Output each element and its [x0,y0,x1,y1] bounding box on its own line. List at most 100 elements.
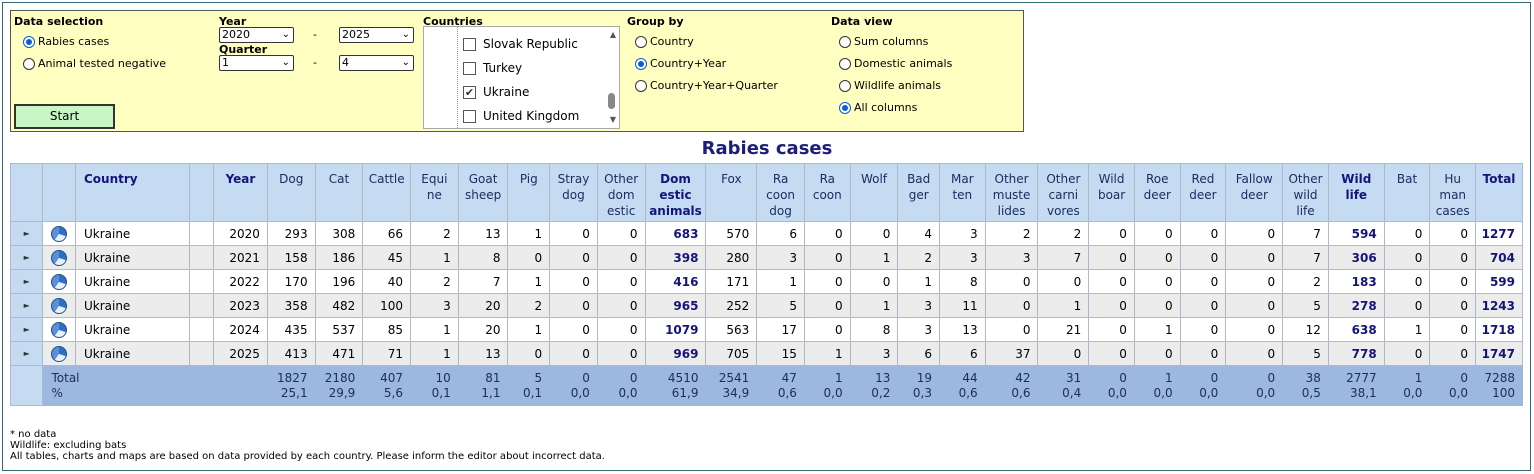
col-cat[interactable]: Cat [314,163,364,222]
cell-value: 537 [314,317,364,342]
pie-chart-icon[interactable] [42,245,76,270]
pie-chart-icon[interactable] [42,317,76,342]
cell-value: 0 [549,221,598,246]
col-dog[interactable]: Dog [266,163,316,222]
scroll-thumb[interactable] [608,93,615,109]
country-item-ukraine[interactable]: ✔ Ukraine [463,85,529,99]
cell-value: 638 [1327,317,1385,342]
checkbox[interactable] [463,61,476,75]
col-fallow-deer[interactable]: Fallow deer [1225,163,1284,222]
expand-arrow-icon[interactable]: ► [9,269,44,294]
col-country[interactable]: Country [74,163,190,222]
col-goat-sheep[interactable]: Goat sheep [457,163,509,222]
pie-chart-icon[interactable] [42,221,76,246]
radio-group-country[interactable]: Country [635,35,694,48]
expand-arrow-icon[interactable]: ► [9,221,44,246]
col-badger[interactable]: Bad ger [897,163,940,222]
col-human-cases[interactable]: Hu man cases [1429,163,1477,222]
countries-scrollbar[interactable]: ▲ ▼ [605,27,619,128]
cell-value: 2 [410,221,459,246]
radio-animal-tested-negative[interactable]: Animal tested negative [23,57,166,70]
table-row[interactable]: ► Ukraine 2025 413 471 71 1 13 0 0 0 969 705 15 1 3 6 6 37… [9,341,1523,366]
cell-value: 0 [1037,341,1090,366]
col-wildlife[interactable]: Wild life [1327,163,1385,222]
checkbox[interactable] [463,37,476,51]
scroll-up-icon[interactable]: ▲ [610,30,616,39]
col-roe-deer[interactable]: Roe deer [1133,163,1181,222]
radio-view-domestic-animals[interactable]: Domestic animals [839,57,952,70]
pie-chart-icon[interactable] [42,269,76,294]
table-header-row: Country Year Dog Cat Cattle Equi ne Goat… [9,163,1523,222]
cell-value: 8 [938,269,986,294]
expand-arrow-icon[interactable]: ► [9,317,44,342]
radio-view-all-columns[interactable]: All columns [839,101,917,114]
table-row[interactable]: ► Ukraine 2021 158 186 45 1 8 0 0 0 398 280 3 0 1 2 3 3 7 0 0… [9,245,1523,270]
col-bat[interactable]: Bat [1383,163,1431,222]
pie-chart-icon[interactable] [42,293,76,318]
checkbox[interactable]: ✔ [463,85,476,99]
radio-button[interactable] [839,101,851,114]
col-raccoon-dog[interactable]: Ra coon dog [756,163,805,222]
col-pig[interactable]: Pig [507,163,551,222]
col-year[interactable]: Year [213,163,268,222]
radio-button[interactable] [635,79,647,92]
cell-value: 13 [457,221,509,246]
country-item-united-kingdom[interactable]: United Kingdom [463,109,579,123]
radio-group-country-year-quarter[interactable]: Country+Year+Quarter [635,79,778,92]
col-other-domestic[interactable]: Other dom estic [596,163,646,222]
col-wolf[interactable]: Wolf [849,163,899,222]
cell-value: 1 [849,245,899,270]
col-equine[interactable]: Equi ne [410,163,459,222]
total-label: Total [51,370,80,385]
total-value: 0 [1460,370,1469,385]
table-row[interactable]: ► Ukraine 2020 293 308 66 2 13 1 0 0 683 570 6 0 0 4 3 2 2 0… [9,221,1523,246]
col-domestic-animals[interactable]: Dom estic animals [644,163,707,222]
radio-view-wildlife-animals[interactable]: Wildlife animals [839,79,941,92]
year-from-select[interactable]: 2020 ⌄ [219,27,294,43]
year-to-select[interactable]: 2025 ⌄ [339,27,414,43]
radio-button[interactable] [635,35,647,48]
radio-button[interactable] [23,35,35,48]
pie-chart-icon[interactable] [42,341,76,366]
expand-arrow-icon[interactable]: ► [9,245,44,270]
total-cell: 47 0,6 [756,365,805,406]
checkbox[interactable] [463,109,476,123]
cell-value: 3 [984,245,1039,270]
col-marten[interactable]: Mar ten [938,163,986,222]
country-item-turkey[interactable]: Turkey [463,61,522,75]
col-stray-dog[interactable]: Stray dog [549,163,598,222]
table-row[interactable]: ► Ukraine 2024 435 537 85 1 20 1 0 0 1079 563 17 0 8 3 13… [9,317,1523,342]
cell-value: 1 [410,317,459,342]
radio-button[interactable] [635,57,647,70]
countries-list[interactable]: Slovak Republic Turkey ✔ Ukraine United … [423,26,620,129]
total-value: 0 [1119,370,1127,385]
col-raccoon[interactable]: Ra coon [803,163,851,222]
expand-arrow-icon[interactable]: ► [9,293,44,318]
country-item-slovak-republic[interactable]: Slovak Republic [463,37,578,51]
radio-button[interactable] [839,79,851,92]
radio-rabies-cases[interactable]: Rabies cases [23,35,109,48]
cell-value: 0 [596,341,646,366]
cell-value: 66 [362,221,412,246]
radio-view-sum-columns[interactable]: Sum columns [839,35,928,48]
col-other-wildlife[interactable]: Other wild life [1282,163,1329,222]
col-cattle[interactable]: Cattle [362,163,412,222]
start-button[interactable]: Start [14,104,115,129]
quarter-to-select[interactable]: 4 ⌄ [339,55,414,71]
scroll-down-icon[interactable]: ▼ [610,115,616,124]
table-row[interactable]: ► Ukraine 2022 170 196 40 2 7 1 0 0 416 171 1 0 0 1 8 0 0 0 0… [9,269,1523,294]
col-wild-boar[interactable]: Wild boar [1088,163,1135,222]
radio-button[interactable] [839,57,851,70]
col-red-deer[interactable]: Red deer [1179,163,1227,222]
quarter-from-select[interactable]: 1 ⌄ [219,55,294,71]
col-fox[interactable]: Fox [705,163,758,222]
radio-button[interactable] [23,57,35,70]
percent-label: % [51,385,63,400]
col-total[interactable]: Total [1475,163,1523,222]
radio-button[interactable] [839,35,851,48]
table-row[interactable]: ► Ukraine 2023 358 482 100 3 20 2 0 0 965 252 5 0 1 3 11 0… [9,293,1523,318]
col-other-mustelides[interactable]: Other muste lides [984,163,1039,222]
expand-arrow-icon[interactable]: ► [9,341,44,366]
radio-group-country-year[interactable]: Country+Year [635,57,726,70]
col-other-carnivores[interactable]: Other carni vores [1037,163,1090,222]
